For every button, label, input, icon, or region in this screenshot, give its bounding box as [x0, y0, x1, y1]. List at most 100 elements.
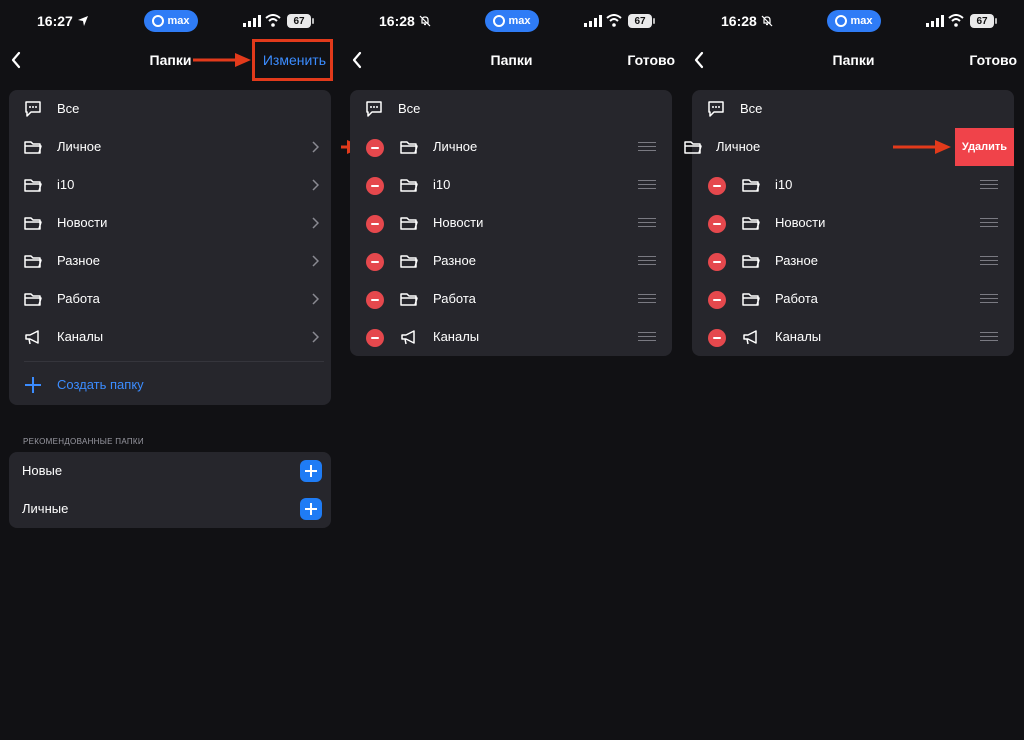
drag-handle-icon[interactable]: [980, 180, 998, 190]
folder-label: Новости: [775, 215, 826, 230]
folder-label: Все: [740, 101, 763, 116]
create-folder-label: Создать папку: [57, 377, 144, 392]
max-logo-icon: [152, 15, 165, 27]
folder-row[interactable]: Новости: [9, 204, 331, 242]
add-recommended-button[interactable]: [300, 460, 322, 482]
folder-label: Разное: [57, 253, 100, 268]
folder-row-all[interactable]: Все: [9, 90, 331, 128]
folder-row[interactable]: Работа: [9, 280, 331, 318]
folder-label: Все: [398, 101, 421, 116]
folder-edit-row: Разное: [350, 242, 672, 280]
folder-icon: [400, 293, 418, 306]
annotation-arrow: [193, 53, 251, 67]
chat-bubble-icon: [25, 101, 41, 117]
folder-icon: [742, 217, 760, 230]
folder-icon: [742, 255, 760, 268]
plus-icon: [305, 503, 317, 515]
folder-row[interactable]: Личное: [9, 128, 331, 166]
folder-edit-row: Каналы: [692, 318, 1014, 356]
drag-handle-icon[interactable]: [638, 256, 656, 266]
folders-delete-screen: 16:28 max 67 Папки Готово Все Личное i10: [683, 0, 1024, 740]
chevron-right-icon: [312, 217, 319, 229]
remove-folder-button[interactable]: [366, 253, 384, 271]
cellular-signal-icon: [584, 15, 602, 27]
drag-handle-icon[interactable]: [638, 142, 656, 152]
drag-handle-icon[interactable]: [980, 256, 998, 266]
folder-label: Каналы: [433, 329, 480, 344]
plus-icon: [25, 377, 41, 393]
remove-folder-button[interactable]: [708, 177, 726, 195]
folder-row-all[interactable]: Все: [692, 90, 1014, 128]
status-bar: 16:27 max 67: [0, 10, 341, 34]
create-folder-button[interactable]: Создать папку: [9, 366, 331, 404]
location-arrow-icon: [77, 16, 88, 26]
drag-handle-icon[interactable]: [980, 294, 998, 304]
navigation-bar: Папки Готово: [683, 44, 1024, 76]
app-badge[interactable]: max: [485, 10, 539, 32]
folders-screen-view: 16:27 max 67 Папки Изменить Все Личное i…: [0, 0, 341, 740]
recommended-label: Новые: [22, 463, 63, 478]
remove-folder-button[interactable]: [708, 253, 726, 271]
folder-icon: [24, 293, 42, 306]
folder-icon: [400, 217, 418, 230]
chevron-right-icon: [312, 331, 319, 343]
remove-folder-button[interactable]: [708, 215, 726, 233]
recommended-row: Новые: [9, 452, 331, 490]
folder-row-all[interactable]: Все: [350, 90, 672, 128]
drag-handle-icon[interactable]: [638, 294, 656, 304]
recommended-label: Личные: [22, 501, 69, 516]
remove-folder-button[interactable]: [366, 291, 384, 309]
wifi-icon: [265, 14, 281, 27]
folders-edit-screen: 16:28 max 67 Папки Готово Все Личное i10…: [341, 0, 682, 740]
recommended-header: РЕКОМЕНДОВАННЫЕ ПАПКИ: [23, 437, 144, 446]
folder-label: Новости: [433, 215, 484, 230]
chevron-right-icon: [312, 141, 319, 153]
app-badge[interactable]: max: [827, 10, 881, 32]
remove-folder-button[interactable]: [366, 177, 384, 195]
done-button[interactable]: Готово: [969, 52, 1017, 68]
recommended-row: Личные: [9, 490, 331, 528]
folder-label: Новости: [57, 215, 108, 230]
plus-icon: [305, 465, 317, 477]
battery-indicator: 67: [970, 14, 997, 28]
drag-handle-icon[interactable]: [980, 218, 998, 228]
folder-label: Личное: [433, 139, 478, 154]
remove-folder-button[interactable]: [708, 291, 726, 309]
folder-row[interactable]: Разное: [9, 242, 331, 280]
chat-bubble-icon: [708, 101, 724, 117]
remove-folder-button[interactable]: [366, 139, 384, 157]
folder-icon: [24, 141, 42, 154]
app-badge[interactable]: max: [144, 10, 198, 32]
delete-button[interactable]: Удалить: [955, 128, 1014, 166]
folder-label: i10: [775, 177, 793, 192]
done-button[interactable]: Готово: [627, 52, 675, 68]
folder-icon: [400, 179, 418, 192]
remove-folder-button[interactable]: [708, 329, 726, 347]
folder-label: Личное: [57, 139, 102, 154]
folder-icon: [400, 141, 418, 154]
add-recommended-button[interactable]: [300, 498, 322, 520]
folder-icon: [742, 293, 760, 306]
drag-handle-icon[interactable]: [638, 180, 656, 190]
max-logo-icon: [493, 15, 506, 27]
status-bar: 16:28 max 67: [683, 10, 1024, 34]
folder-edit-row: Работа: [350, 280, 672, 318]
folder-edit-row: i10: [350, 166, 672, 204]
folder-icon: [400, 255, 418, 268]
folders-list: Все Личное i10 Новости Разное Работа Кан…: [350, 90, 672, 356]
clock: 16:27: [37, 13, 89, 29]
folder-label: i10: [433, 177, 451, 192]
folder-icon: [24, 179, 42, 192]
drag-handle-icon[interactable]: [638, 218, 656, 228]
folder-row[interactable]: i10: [9, 166, 331, 204]
remove-folder-button[interactable]: [366, 215, 384, 233]
bell-slash-icon: [761, 15, 773, 27]
folder-row[interactable]: Каналы: [9, 318, 331, 356]
cellular-signal-icon: [243, 15, 261, 27]
drag-handle-icon[interactable]: [638, 332, 656, 342]
wifi-icon: [948, 14, 964, 27]
drag-handle-icon[interactable]: [980, 332, 998, 342]
folder-edit-row: Каналы: [350, 318, 672, 356]
chat-bubble-icon: [366, 101, 382, 117]
remove-folder-button[interactable]: [366, 329, 384, 347]
